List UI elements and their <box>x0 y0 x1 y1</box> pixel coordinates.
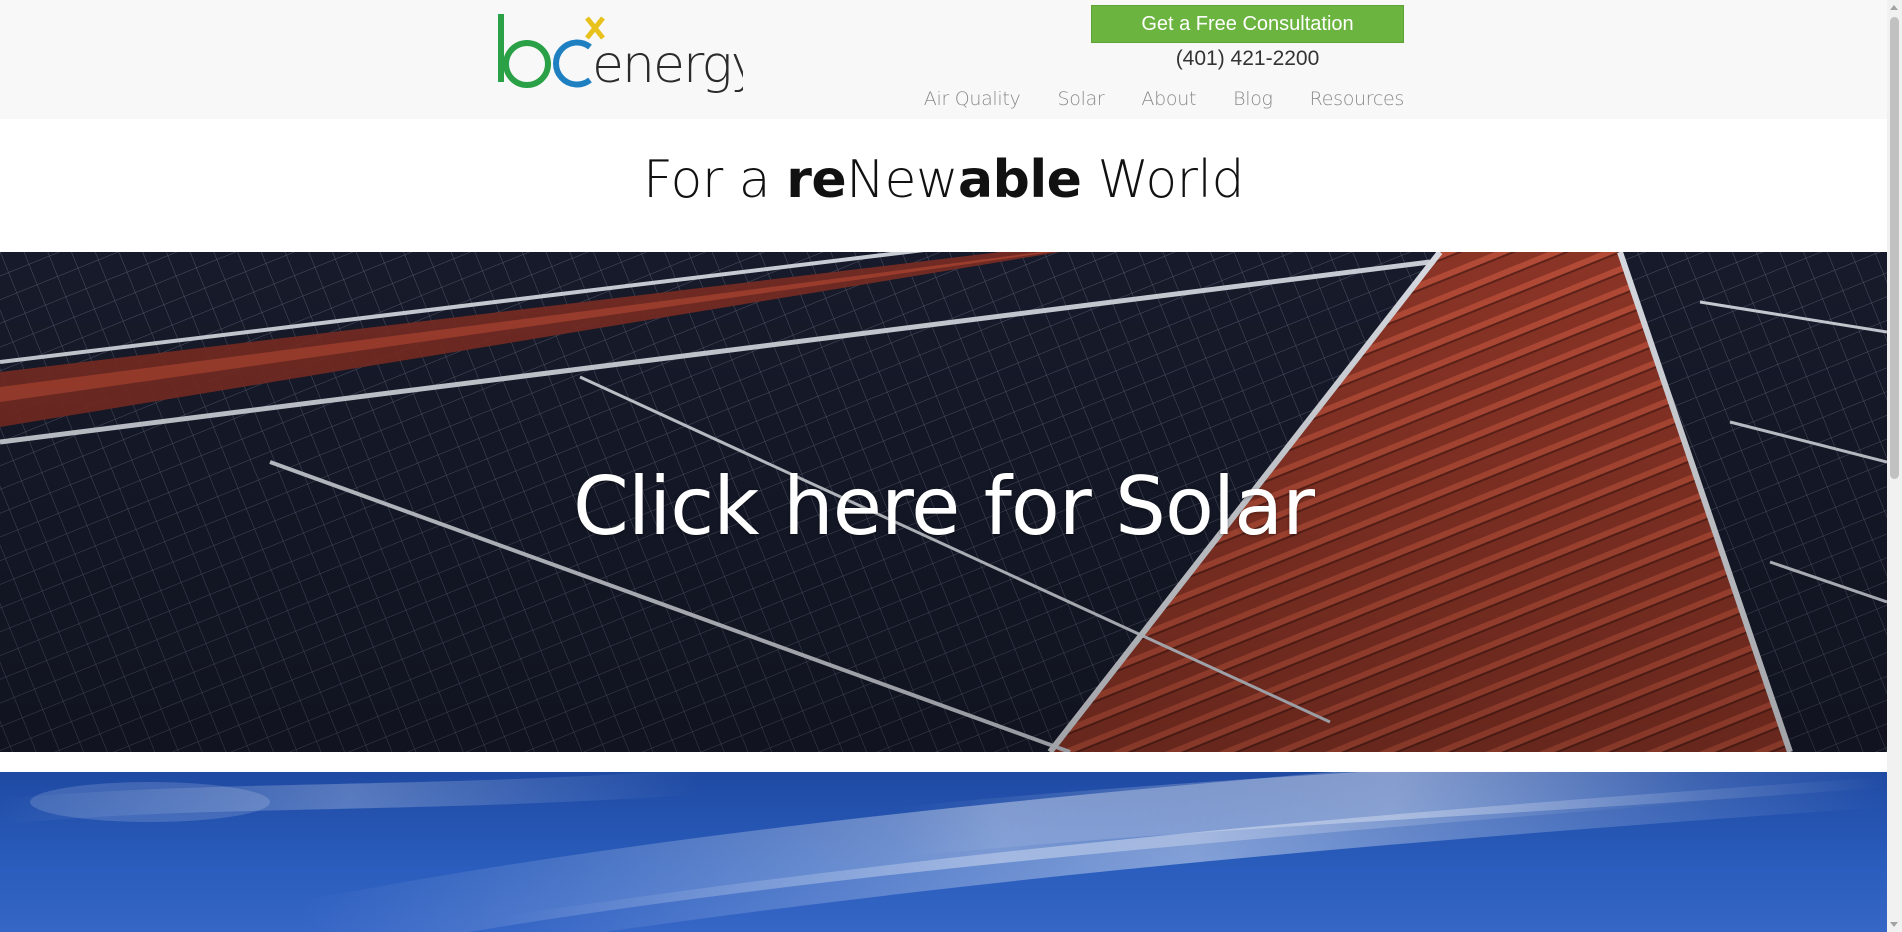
tagline-part-able: able <box>958 150 1082 210</box>
page: energy Get a Free Consultation (401) 421… <box>0 0 1902 932</box>
logo-wordmark: energy <box>592 35 743 95</box>
solar-banner-link[interactable]: Click here for Solar <box>0 252 1887 752</box>
vertical-scrollbar[interactable] <box>1887 0 1902 932</box>
free-consultation-button[interactable]: Get a Free Consultation <box>1091 5 1404 43</box>
page-tagline: For a reNewable World <box>0 148 1887 212</box>
solar-banner-title[interactable]: Click here for Solar <box>0 457 1887 557</box>
nav-item-solar[interactable]: Solar <box>1058 88 1105 110</box>
tagline-part-world: World <box>1081 150 1244 210</box>
tagline-part-re: re <box>786 150 847 210</box>
blue-sky-clouds-image <box>0 772 1887 932</box>
scroll-up-arrow-icon[interactable] <box>1890 5 1898 10</box>
scrollbar-thumb[interactable] <box>1890 17 1899 479</box>
nav-item-about[interactable]: About <box>1141 88 1196 110</box>
tagline-part-for-a: For a <box>643 150 787 210</box>
tagline-part-new: New <box>846 150 959 210</box>
bcx-energy-logo[interactable]: energy <box>497 8 761 100</box>
main-nav: Air Quality Solar About Blog Resources <box>887 88 1405 110</box>
nav-item-blog[interactable]: Blog <box>1233 88 1273 110</box>
sky-banner[interactable] <box>0 772 1887 932</box>
phone-number[interactable]: (401) 421-2200 <box>1091 45 1404 73</box>
nav-item-air-quality[interactable]: Air Quality <box>924 88 1021 110</box>
scroll-down-arrow-icon[interactable] <box>1890 922 1898 927</box>
nav-item-resources[interactable]: Resources <box>1310 88 1405 110</box>
site-header: energy Get a Free Consultation (401) 421… <box>0 0 1887 119</box>
